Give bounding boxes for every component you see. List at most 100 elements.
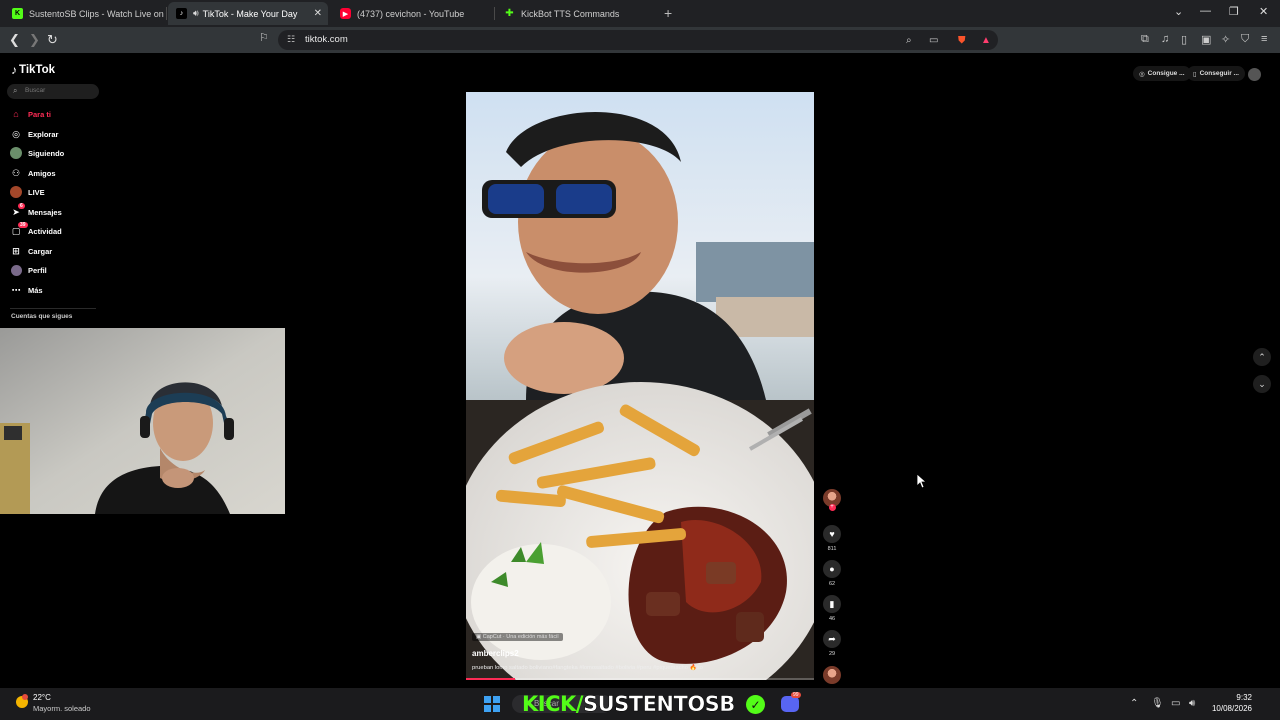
- sidebar-item-label: LIVE: [28, 187, 45, 197]
- sidebar-item-label: Más: [28, 285, 43, 295]
- bookmark-icon[interactable]: ⚐: [259, 31, 269, 44]
- get-app-label: Conseguir ...: [1199, 70, 1239, 77]
- cast-icon[interactable]: ▭: [929, 35, 938, 46]
- kick-icon: K: [12, 8, 23, 19]
- upload-icon: ⊞: [12, 245, 20, 256]
- like-button[interactable]: ♥ 811: [821, 525, 843, 552]
- share-button[interactable]: ➦ 29: [821, 630, 843, 657]
- close-tab-icon[interactable]: ✕: [314, 8, 322, 19]
- brave-rewards-icon[interactable]: ▲: [981, 35, 991, 46]
- sidebar-item-cargar[interactable]: ⊞ Cargar: [10, 244, 52, 258]
- tab-separator: [166, 7, 167, 20]
- following-accounts-title: Cuentas que sigues: [11, 313, 73, 320]
- video-description: prueban lomo saltado boliviano#fangteka …: [472, 665, 703, 671]
- capcut-tag[interactable]: ▣ CapCut · Una edición más fácil: [472, 633, 563, 641]
- get-coins-button[interactable]: ◎ Consigue ...: [1133, 66, 1191, 81]
- messages-badge: 6: [18, 203, 25, 209]
- sidebar-item-explorar[interactable]: ◎ Explorar: [10, 127, 58, 141]
- friends-icon: ⚇: [11, 167, 21, 178]
- clock-date[interactable]: 10/08/2026: [1206, 704, 1252, 713]
- tiktok-logo[interactable]: ♪ TikTok: [11, 63, 55, 77]
- url-text: tiktok.com: [305, 34, 348, 45]
- forward-icon[interactable]: ❯: [29, 32, 40, 48]
- sidebar-item-siguiendo[interactable]: Siguiendo: [10, 146, 64, 160]
- next-video-button[interactable]: ⌄: [1253, 375, 1271, 393]
- sidebar-item-actividad[interactable]: ▢ 39 Actividad: [10, 222, 62, 238]
- site-info-icon[interactable]: ☷: [287, 34, 295, 45]
- previous-video-button[interactable]: ⌃: [1253, 348, 1271, 366]
- clock-time[interactable]: 9:32: [1230, 693, 1252, 702]
- volume-icon[interactable]: 🔊︎: [1189, 698, 1195, 709]
- sidebar-item-perfil[interactable]: Perfil: [10, 263, 47, 277]
- extensions-icon[interactable]: ⧉: [1141, 33, 1149, 46]
- video-author[interactable]: amberclips2: [472, 649, 519, 658]
- mouse-cursor-icon: [916, 473, 928, 493]
- tab-kick[interactable]: K SustentoSB Clips - Watch Live on: [4, 2, 164, 25]
- live-icon: [10, 186, 22, 198]
- logo-text: TikTok: [19, 64, 55, 76]
- browser-toolbar: ❮ ❯ ↻ ☷ tiktok.com ⌕ ▭ ⛊ ▲: [0, 27, 1280, 53]
- sidebar-item-label: Cargar: [28, 246, 53, 256]
- tray-chevron-icon[interactable]: ⌃: [1130, 698, 1138, 709]
- author-avatar-button[interactable]: +: [821, 489, 843, 511]
- tab-kickbot[interactable]: ✚ KickBot TTS Commands: [496, 2, 656, 25]
- webcam-overlay: [0, 328, 285, 514]
- vpn-icon[interactable]: ⛉: [1241, 33, 1249, 46]
- sidebar-item-amigos[interactable]: ⚇ Amigos: [10, 166, 56, 180]
- wallet-icon[interactable]: ▣: [1201, 33, 1211, 46]
- coin-icon: ◎: [1139, 70, 1145, 78]
- sidebar-item-live[interactable]: LIVE: [10, 185, 45, 199]
- video-progress-fill: [466, 678, 515, 680]
- sidebar-item-label: Para ti: [28, 109, 51, 119]
- tiktok-note-icon: ♪: [11, 63, 17, 77]
- weather-sun-icon[interactable]: [14, 693, 30, 709]
- restore-icon[interactable]: ❐: [1229, 5, 1239, 18]
- address-bar[interactable]: ☷ tiktok.com ⌕ ▭ ⛊ ▲: [278, 30, 998, 50]
- app-icon: ▯: [1193, 70, 1197, 78]
- activity-badge: 39: [18, 222, 28, 228]
- weather-description: Mayorm. soleado: [33, 704, 91, 713]
- tab-separator: [494, 7, 495, 20]
- sidebar-item-para-ti[interactable]: ⌂ Para ti: [10, 107, 51, 121]
- media-icon[interactable]: ♫: [1161, 33, 1169, 45]
- compass-icon: ◎: [12, 128, 20, 139]
- profile-icon: [10, 264, 22, 276]
- windows-start-icon[interactable]: [484, 696, 500, 712]
- tab-tiktok[interactable]: ♪ 🔊︎ TikTok - Make Your Day ✕: [168, 2, 328, 25]
- tiktok-page: ♪ TikTok ⌕ Buscar ⌂ Para ti ◎ Explorar S…: [0, 53, 1280, 688]
- profile-avatar[interactable]: [1248, 68, 1261, 81]
- discord-icon[interactable]: [781, 696, 799, 712]
- sidebar-icon[interactable]: ▯: [1181, 33, 1187, 46]
- capcut-tag-text: CapCut · Una edición más fácil: [482, 634, 559, 640]
- tab-search-chevron-icon[interactable]: ⌄: [1174, 5, 1183, 18]
- new-tab-button[interactable]: +: [664, 5, 672, 21]
- sidebar-item-label: Siguiendo: [28, 148, 65, 158]
- brave-shield-icon[interactable]: ⛊: [958, 35, 966, 46]
- network-icon[interactable]: ▭: [1171, 698, 1180, 709]
- sidebar-divider: [10, 308, 96, 309]
- sound-disc-button[interactable]: [821, 666, 843, 684]
- reload-icon[interactable]: ↻: [47, 32, 58, 48]
- tab-title: (4737) cevichon - YouTube: [357, 8, 465, 19]
- sidebar-item-mas[interactable]: ⋯ Más: [10, 283, 43, 297]
- video-player[interactable]: ▣ CapCut · Una edición más fácil ambercl…: [466, 92, 814, 680]
- leo-ai-icon[interactable]: ✧: [1221, 33, 1230, 46]
- back-icon[interactable]: ❮: [9, 32, 20, 48]
- follow-plus-icon[interactable]: +: [828, 504, 836, 511]
- zoom-icon[interactable]: ⌕: [906, 35, 912, 46]
- tab-youtube[interactable]: ▶ (4737) cevichon - YouTube: [332, 2, 492, 25]
- save-button[interactable]: ▮ 46: [821, 595, 843, 622]
- verified-check-icon: ✓: [746, 695, 765, 714]
- sound-disc-icon: [823, 666, 841, 684]
- comment-button[interactable]: ● 62: [821, 560, 843, 587]
- minimize-icon[interactable]: —: [1200, 5, 1211, 17]
- menu-icon[interactable]: ≡: [1261, 33, 1267, 45]
- get-app-button[interactable]: ▯ Conseguir ...: [1187, 66, 1245, 81]
- search-input[interactable]: ⌕ Buscar: [7, 84, 99, 99]
- share-count: 29: [828, 651, 836, 657]
- speaker-icon: 🔊︎: [193, 8, 199, 18]
- close-window-icon[interactable]: ✕: [1259, 5, 1268, 18]
- video-progress-bar[interactable]: [466, 678, 814, 680]
- sidebar-item-mensajes[interactable]: ➤ 6 Mensajes: [10, 203, 62, 219]
- microphone-icon[interactable]: 🎙︎: [1151, 698, 1164, 709]
